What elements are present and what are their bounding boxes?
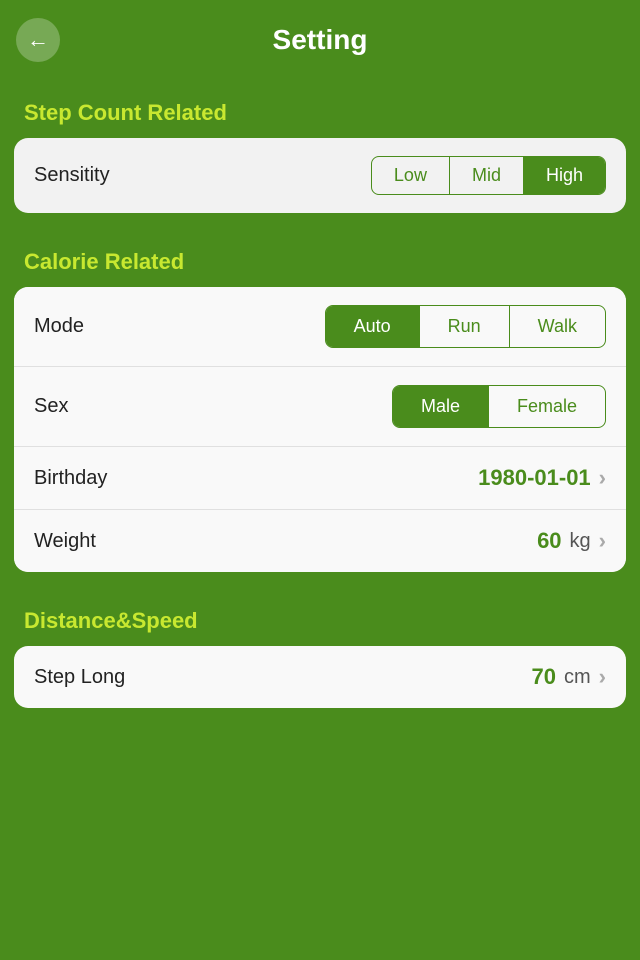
- sex-female-button[interactable]: Female: [488, 386, 605, 427]
- mode-segment: Auto Run Walk: [325, 305, 606, 348]
- header: ← Setting: [0, 0, 640, 80]
- step-long-chevron-icon: ›: [599, 664, 606, 690]
- sex-label: Sex: [34, 395, 68, 418]
- birthday-chevron-icon: ›: [599, 465, 606, 491]
- mode-run-button[interactable]: Run: [419, 306, 509, 347]
- step-count-card: Sensitity Low Mid High: [14, 138, 626, 213]
- sensitivity-row: Sensitity Low Mid High: [14, 138, 626, 213]
- calorie-card: Mode Auto Run Walk Sex Male Female Birth…: [14, 287, 626, 572]
- page-title: Setting: [273, 24, 368, 56]
- step-long-row[interactable]: Step Long 70 cm ›: [14, 646, 626, 708]
- mode-auto-button[interactable]: Auto: [326, 306, 419, 347]
- calorie-section-label: Calorie Related: [0, 229, 640, 287]
- sensitivity-segment: Low Mid High: [371, 156, 606, 195]
- step-long-value: 70: [532, 664, 556, 690]
- mode-walk-button[interactable]: Walk: [509, 306, 605, 347]
- sensitivity-low-button[interactable]: Low: [372, 157, 449, 194]
- weight-unit: kg: [570, 530, 591, 553]
- sensitivity-high-button[interactable]: High: [523, 157, 605, 194]
- step-long-unit: cm: [564, 666, 591, 689]
- back-button[interactable]: ←: [16, 18, 60, 62]
- weight-row[interactable]: Weight 60 kg ›: [14, 510, 626, 572]
- step-long-value-group: 70 cm ›: [532, 664, 606, 690]
- birthday-value: 1980-01-01: [478, 465, 591, 491]
- birthday-value-group: 1980-01-01 ›: [478, 465, 606, 491]
- distance-speed-card: Step Long 70 cm ›: [14, 646, 626, 708]
- mode-label: Mode: [34, 315, 84, 338]
- weight-chevron-icon: ›: [599, 528, 606, 554]
- sensitivity-mid-button[interactable]: Mid: [449, 157, 523, 194]
- step-long-label: Step Long: [34, 666, 125, 689]
- birthday-row[interactable]: Birthday 1980-01-01 ›: [14, 447, 626, 510]
- sex-male-button[interactable]: Male: [393, 386, 488, 427]
- sensitivity-label: Sensitity: [34, 164, 110, 187]
- birthday-label: Birthday: [34, 467, 107, 490]
- back-arrow-icon: ←: [27, 29, 49, 51]
- step-count-section-label: Step Count Related: [0, 80, 640, 138]
- mode-row: Mode Auto Run Walk: [14, 287, 626, 367]
- weight-value: 60: [537, 528, 561, 554]
- distance-speed-section-label: Distance&Speed: [0, 588, 640, 646]
- sex-segment: Male Female: [392, 385, 606, 428]
- sex-row: Sex Male Female: [14, 367, 626, 447]
- weight-value-group: 60 kg ›: [537, 528, 606, 554]
- weight-label: Weight: [34, 530, 96, 553]
